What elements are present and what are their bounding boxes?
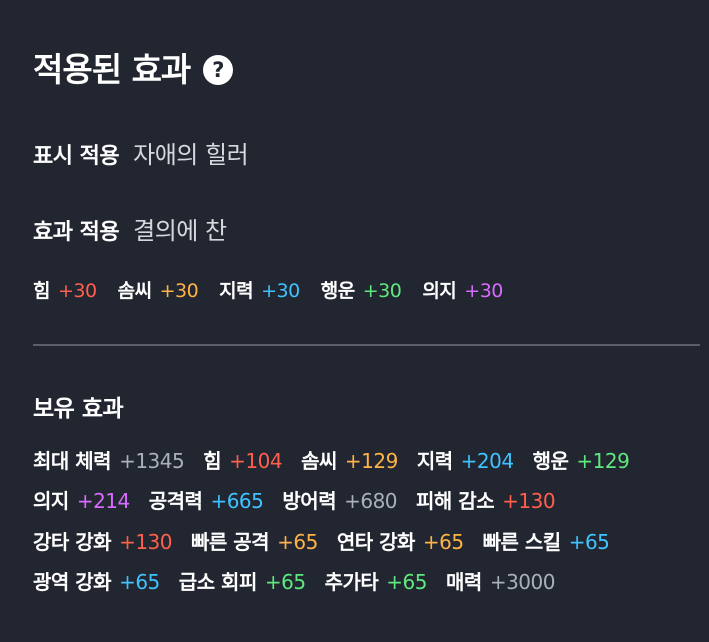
stat-name: 추가타: [324, 570, 379, 594]
stat-name: 공격력: [148, 489, 203, 513]
stat-value: +30: [159, 280, 199, 302]
owned-stats-line: 강타 강화 +130 빠른 공격 +65 연타 강화 +65 빠른 스킬 +65: [33, 529, 628, 555]
stat-name: 솜씨: [301, 449, 337, 473]
stat-item: 지력 +204: [417, 448, 514, 474]
stat-value: +3000: [489, 570, 556, 594]
stat-item: 빠른 스킬 +65: [483, 529, 610, 555]
stat-name: 솜씨: [117, 280, 152, 302]
stat-value: +30: [464, 280, 503, 302]
stat-name: 의지: [422, 280, 457, 302]
stat-name: 급소 회피: [178, 570, 258, 594]
stat-item: 공격력 +665: [149, 488, 264, 514]
stat-item: 행운 +30: [321, 278, 402, 304]
panel-title: 적용된 효과: [33, 50, 191, 89]
stat-value: +65: [119, 570, 160, 594]
effect-applied-label: 효과 적용: [33, 220, 120, 245]
stat-name: 매력: [446, 570, 482, 594]
stat-value: +65: [277, 530, 318, 554]
stat-value: +65: [422, 530, 464, 554]
stat-name: 빠른 스킬: [482, 530, 562, 554]
title-row: 적용된 효과 ?: [33, 50, 234, 90]
stat-item: 솜씨 +30: [118, 278, 199, 304]
help-icon[interactable]: ?: [203, 55, 234, 85]
stat-item: 강타 강화 +130: [33, 529, 173, 555]
stat-name: 힘: [203, 449, 222, 473]
stat-value: +214: [76, 489, 130, 513]
stat-name: 빠른 공격: [191, 530, 270, 554]
stat-item: 의지 +214: [33, 488, 130, 514]
stat-name: 지력: [219, 280, 254, 302]
display-applied-row: 표시 적용 자애의 힐러: [33, 140, 249, 172]
stat-value: +129: [344, 449, 398, 473]
stat-name: 최대 체력: [33, 449, 112, 473]
stat-value: +104: [229, 449, 283, 473]
stat-value: +1345: [119, 449, 185, 473]
stat-item: 피해 감소 +130: [416, 488, 556, 514]
stat-item: 최대 체력 +1345: [33, 448, 185, 474]
stat-value: +30: [57, 280, 97, 302]
stat-value: +65: [568, 530, 610, 554]
stat-name: 피해 감소: [416, 489, 495, 513]
stat-item: 매력 +3000: [446, 569, 555, 595]
applied-stats-line: 힘 +30 솜씨 +30 지력 +30 행운 +30 의지 +30: [33, 278, 524, 304]
stat-name: 힘: [33, 280, 50, 302]
stat-value: +130: [119, 530, 173, 554]
display-applied-value: 자애의 힐러: [133, 141, 249, 169]
stat-item: 행운 +129: [533, 448, 630, 474]
owned-stats-line: 최대 체력 +1345 힘 +104 솜씨 +129 지력 +204 행운 +1…: [33, 448, 648, 474]
stat-item: 연타 강화 +65: [337, 529, 464, 555]
stat-item: 힘 +30: [33, 278, 97, 304]
stat-item: 지력 +30: [219, 278, 300, 304]
stat-item: 광역 강화 +65: [33, 569, 160, 595]
effect-applied-value: 결의에 찬: [133, 217, 227, 245]
stat-name: 연타 강화: [336, 530, 416, 554]
stat-value: +665: [210, 489, 264, 513]
stat-item: 솜씨 +129: [301, 448, 398, 474]
stat-item: 힘 +104: [203, 448, 282, 474]
stat-item: 의지 +30: [422, 278, 503, 304]
stat-name: 방어력: [282, 489, 337, 513]
stat-value: +30: [261, 280, 300, 302]
section-divider: [33, 344, 700, 346]
stat-value: +30: [362, 280, 402, 302]
owned-stats-line: 광역 강화 +65 급소 회피 +65 추가타 +65 매력 +3000: [33, 569, 574, 595]
stat-name: 행운: [532, 449, 569, 473]
stat-name: 강타 강화: [33, 530, 112, 554]
stat-value: +65: [386, 570, 428, 594]
stat-name: 광역 강화: [33, 570, 112, 594]
display-applied-label: 표시 적용: [33, 144, 120, 169]
stat-item: 추가타 +65: [324, 569, 428, 595]
stat-value: +130: [502, 489, 556, 513]
stat-name: 행운: [320, 280, 355, 302]
stat-value: +204: [460, 449, 514, 473]
stat-name: 의지: [33, 489, 69, 513]
stat-item: 방어력 +680: [282, 488, 397, 514]
stat-value: +129: [576, 449, 630, 473]
owned-effects-title: 보유 효과: [33, 396, 124, 422]
effect-applied-row: 효과 적용 결의에 찬: [33, 216, 227, 248]
stat-item: 급소 회피 +65: [179, 569, 306, 595]
stat-value: +65: [264, 570, 306, 594]
stat-name: 지력: [416, 449, 453, 473]
stat-value: +680: [344, 489, 398, 513]
owned-stats-line: 의지 +214 공격력 +665 방어력 +680 피해 감소 +130: [33, 488, 574, 514]
stat-item: 빠른 공격 +65: [191, 529, 318, 555]
